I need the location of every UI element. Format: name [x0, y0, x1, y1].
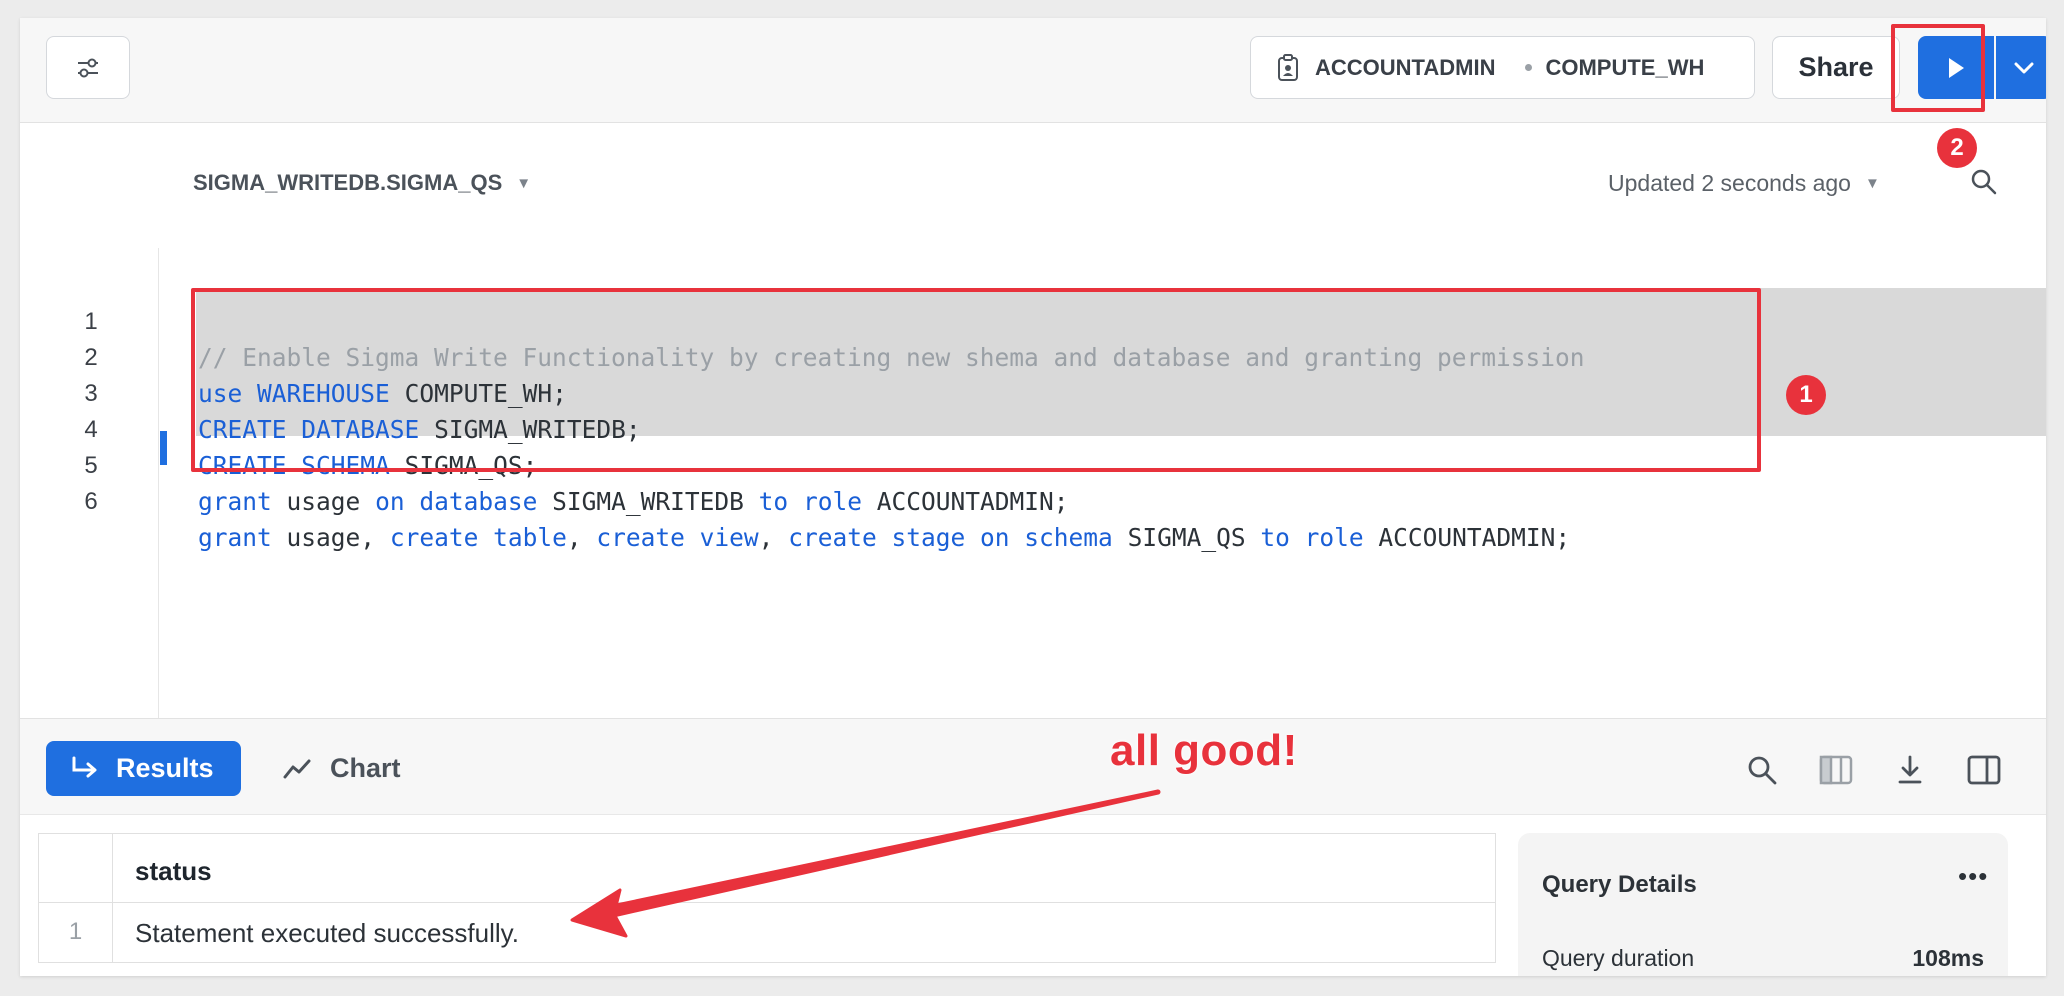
- code-keyword: schema: [1024, 523, 1113, 552]
- code-keyword: database: [419, 487, 538, 516]
- run-options-dropdown[interactable]: [1996, 36, 2046, 99]
- code-identifier: usage,: [286, 523, 376, 552]
- query-details-panel: Query Details ••• Query duration 108ms: [1518, 833, 2008, 976]
- app-window: ACCOUNTADMIN COMPUTE_WH Share 2 SIGMA_WR…: [20, 18, 2046, 976]
- code-identifier: ACCOUNTADMIN;: [876, 487, 1069, 516]
- code-keyword: role: [802, 487, 862, 516]
- code-keyword: role: [1304, 523, 1364, 552]
- query-duration-value: 108ms: [1912, 945, 1984, 971]
- updated-status[interactable]: Updated 2 seconds ago ▼: [1608, 170, 1880, 197]
- editor-search-button[interactable]: [1968, 166, 2004, 202]
- line-chart-icon: [283, 759, 311, 778]
- filter-button[interactable]: [46, 36, 130, 99]
- columns-button[interactable]: [1816, 750, 1856, 790]
- database-schema-label: SIGMA_WRITEDB.SIGMA_QS: [193, 170, 503, 195]
- results-table: status 1 Statement executed successfully…: [38, 833, 1496, 963]
- code-keyword: to: [758, 487, 789, 516]
- table-cell-status[interactable]: Statement executed successfully.: [135, 918, 519, 949]
- code-keyword: create: [788, 523, 877, 552]
- code-identifier: SIGMA_WRITEDB: [552, 487, 744, 516]
- top-toolbar: ACCOUNTADMIN COMPUTE_WH Share: [20, 18, 2046, 123]
- search-icon: [1971, 169, 1997, 195]
- tab-chart-label: Chart: [330, 753, 401, 783]
- code-identifier: usage: [286, 487, 361, 516]
- code-keyword: on: [375, 487, 405, 516]
- results-search-button[interactable]: [1742, 750, 1782, 790]
- code-keyword: on: [980, 523, 1010, 552]
- tab-chart[interactable]: Chart: [282, 741, 401, 796]
- database-schema-selector[interactable]: SIGMA_WRITEDB.SIGMA_QS ▼: [193, 170, 531, 196]
- code-keyword: grant: [198, 523, 272, 552]
- context-selector[interactable]: ACCOUNTADMIN COMPUTE_WH: [1250, 36, 1755, 99]
- tab-results-label: Results: [116, 753, 214, 783]
- query-duration-label: Query duration: [1542, 945, 1695, 971]
- warehouse-label: COMPUTE_WH: [1545, 54, 1705, 80]
- share-button[interactable]: Share: [1772, 36, 1900, 99]
- annotation-badge-2: 2: [1937, 128, 1977, 168]
- row-number: 1: [68, 918, 83, 945]
- tab-results[interactable]: Results: [46, 741, 241, 796]
- query-details-title: Query Details: [1542, 871, 1697, 898]
- search-icon: [1748, 756, 1777, 785]
- annotation-box-run: [1891, 24, 1985, 112]
- annotation-badge-1: 1: [1786, 375, 1826, 415]
- more-options-icon[interactable]: •••: [1958, 861, 1988, 892]
- code-identifier: SIGMA_QS: [1127, 523, 1246, 552]
- code-identifier: ACCOUNTADMIN;: [1378, 523, 1571, 552]
- caret-down-icon: ▼: [1864, 175, 1880, 192]
- role-label: ACCOUNTADMIN: [1315, 54, 1496, 80]
- split-panel-icon: [1967, 755, 2001, 785]
- separator-dot: [1525, 64, 1533, 71]
- code-keyword: to: [1260, 523, 1290, 552]
- download-icon: [1898, 755, 1922, 784]
- table-divider: [39, 902, 1495, 903]
- annotation-callout: all good!: [1110, 726, 1298, 775]
- return-arrow-icon: [72, 756, 97, 777]
- columns-icon: [1819, 755, 1853, 785]
- table-divider: [112, 834, 113, 962]
- line-number: 6: [84, 488, 98, 515]
- annotation-box-code: [191, 288, 1761, 472]
- updated-label: Updated 2 seconds ago: [1608, 170, 1851, 196]
- code-keyword: grant: [198, 487, 272, 516]
- code-keyword: create: [596, 523, 685, 552]
- code-keyword: table: [493, 523, 567, 552]
- chevron-down-icon: [2014, 62, 2034, 73]
- code-keyword: stage: [891, 523, 966, 552]
- caret-down-icon: ▼: [516, 174, 532, 192]
- split-view-button[interactable]: [1964, 750, 2004, 790]
- code-keyword: create: [389, 523, 479, 552]
- code-keyword: view: [699, 523, 759, 552]
- download-button[interactable]: [1890, 750, 1930, 790]
- role-badge-icon: [1278, 53, 1298, 81]
- column-header-status[interactable]: status: [135, 856, 212, 887]
- sliders-icon: [78, 58, 98, 77]
